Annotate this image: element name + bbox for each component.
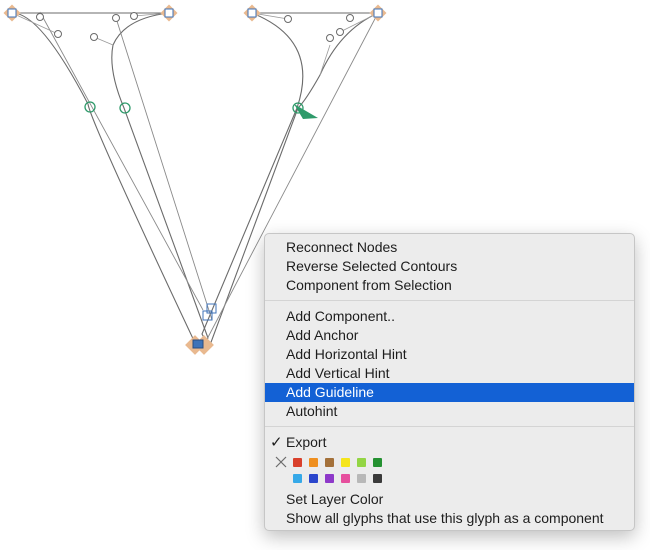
off-curve-point	[36, 13, 44, 21]
menu-item-add-vertical-hint[interactable]: Add Vertical Hint	[265, 364, 634, 383]
layer-color-swatch[interactable]	[293, 474, 302, 483]
off-curve-point	[112, 14, 120, 22]
corner-node-square	[192, 339, 204, 349]
menu-item-add-guideline[interactable]: Add Guideline	[265, 383, 634, 402]
menu-separator	[265, 426, 634, 427]
menu-item-reconnect-nodes[interactable]: Reconnect Nodes	[265, 238, 634, 257]
off-curve-point	[130, 12, 138, 20]
menu-item-autohint[interactable]: Autohint	[265, 402, 634, 421]
corner-node-square	[373, 8, 383, 18]
layer-color-swatch[interactable]	[357, 458, 366, 467]
checkmark-icon: ✓	[270, 434, 283, 451]
corner-node-square	[247, 8, 257, 18]
layer-color-swatch[interactable]	[357, 474, 366, 483]
glyph-outline-left-stroke[interactable]	[11, 12, 209, 346]
off-curve-point	[336, 28, 344, 36]
menu-item-show-all-glyphs[interactable]: Show all glyphs that use this glyph as a…	[265, 509, 634, 528]
off-curve-point	[90, 33, 98, 41]
layer-color-swatch[interactable]	[373, 474, 382, 483]
layer-color-swatch[interactable]	[325, 458, 334, 467]
off-curve-point	[54, 30, 62, 38]
menu-separator	[265, 300, 634, 301]
menu-item-component-from-selection[interactable]: Component from Selection	[265, 276, 634, 295]
menu-item-add-horizontal-hint[interactable]: Add Horizontal Hint	[265, 345, 634, 364]
menu-item-add-anchor[interactable]: Add Anchor	[265, 326, 634, 345]
menu-item-add-component[interactable]: Add Component..	[265, 307, 634, 326]
off-curve-point	[284, 15, 292, 23]
layer-color-swatch[interactable]	[309, 474, 318, 483]
layer-color-swatch[interactable]	[341, 474, 350, 483]
layer-color-swatch[interactable]	[325, 474, 334, 483]
layer-color-swatch[interactable]	[373, 458, 382, 467]
start-point-arrow-icon	[294, 104, 318, 119]
corner-node-square	[164, 8, 174, 18]
layer-color-swatch[interactable]	[341, 458, 350, 467]
menu-item-export[interactable]: ✓ Export	[265, 433, 634, 452]
layer-color-swatch[interactable]	[293, 458, 302, 467]
smooth-nodes[interactable]	[84, 101, 304, 114]
off-curve-point	[326, 34, 334, 42]
off-curve-points[interactable]	[36, 12, 354, 42]
corner-node-square	[7, 8, 17, 18]
no-color-x-icon[interactable]	[275, 456, 287, 468]
menu-item-export-label: Export	[286, 434, 327, 450]
menu-item-reverse-selected-contours[interactable]: Reverse Selected Contours	[265, 257, 634, 276]
layer-color-swatch[interactable]	[309, 458, 318, 467]
context-menu: Reconnect Nodes Reverse Selected Contour…	[264, 233, 635, 531]
menu-item-set-layer-color[interactable]: Set Layer Color	[265, 490, 634, 509]
off-curve-point	[346, 14, 354, 22]
